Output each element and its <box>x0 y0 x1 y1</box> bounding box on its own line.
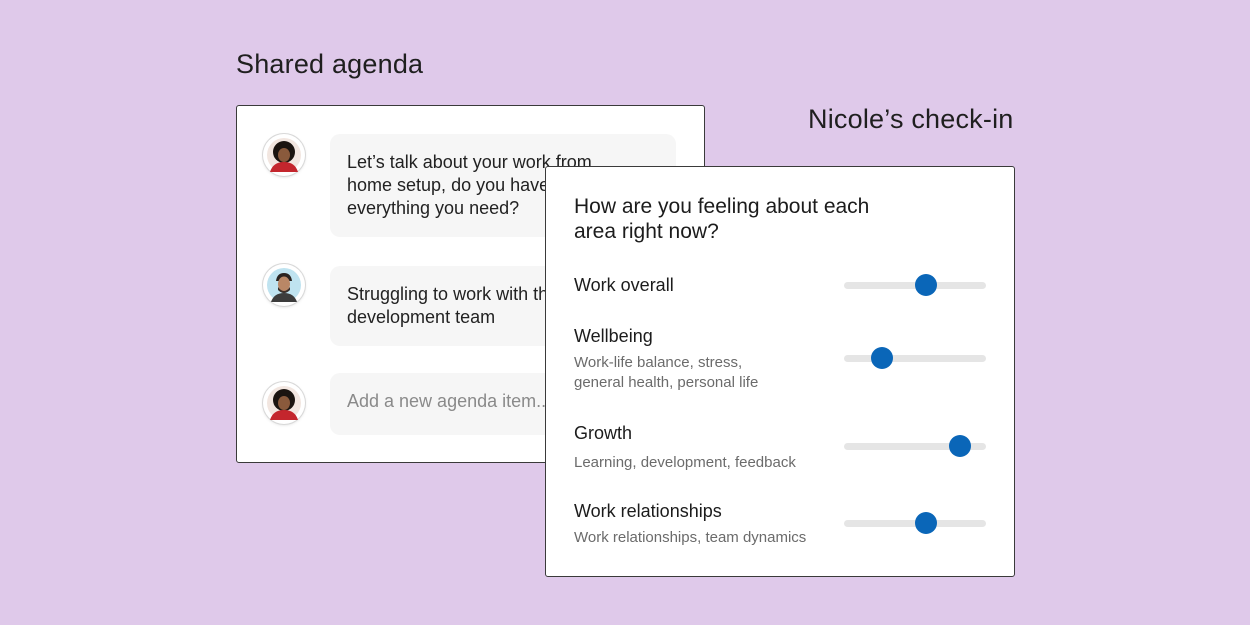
wellbeing-slider[interactable] <box>844 347 986 369</box>
checkin-question: How are you feeling about each area righ… <box>574 195 870 243</box>
work-overall-slider[interactable] <box>844 274 986 296</box>
woman-avatar <box>263 382 305 424</box>
checkin-panel: How are you feeling about each area righ… <box>545 166 1015 577</box>
slider-thumb[interactable] <box>949 435 972 457</box>
man-avatar <box>263 264 305 306</box>
shared-agenda-title: Shared agenda <box>236 49 424 79</box>
metric-label: Growth <box>574 423 633 443</box>
slider-thumb[interactable] <box>915 512 938 534</box>
slider-thumb[interactable] <box>871 347 894 369</box>
work-relationships-slider[interactable] <box>844 512 986 534</box>
checkin-title: Nicole’s check-in <box>808 104 1014 134</box>
metric-label: Wellbeing <box>574 326 653 346</box>
slider-thumb[interactable] <box>915 274 938 296</box>
metric-description: Learning, development, feedback <box>574 454 796 471</box>
woman-avatar <box>263 134 305 176</box>
growth-slider[interactable] <box>844 435 986 457</box>
